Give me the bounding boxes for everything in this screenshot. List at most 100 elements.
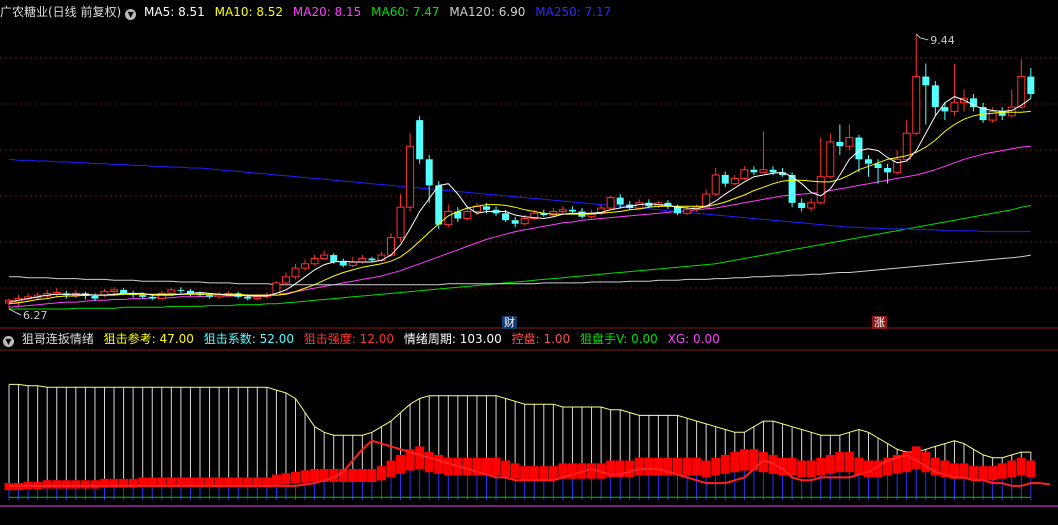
indicator-bar bbox=[357, 468, 367, 483]
indicator-bar bbox=[1026, 460, 1036, 478]
candle-body bbox=[769, 169, 777, 173]
candle-body bbox=[139, 295, 147, 297]
indicator-bar bbox=[587, 463, 597, 479]
candle-body bbox=[91, 295, 99, 299]
candle-body bbox=[120, 289, 128, 294]
indicator-bar bbox=[634, 457, 644, 476]
candle-body bbox=[291, 267, 300, 278]
candle-body bbox=[750, 169, 758, 173]
low-pointer bbox=[8, 308, 22, 316]
event-marker-cai[interactable]: 财 bbox=[502, 316, 517, 329]
candle-body bbox=[177, 289, 185, 291]
candle-body bbox=[931, 85, 939, 108]
candle-body bbox=[339, 262, 347, 266]
event-marker-zhang[interactable]: 涨 bbox=[872, 316, 887, 329]
indicator-bar bbox=[434, 454, 444, 474]
candle-body bbox=[874, 163, 882, 168]
candle-body bbox=[330, 255, 338, 263]
indicator-bar bbox=[462, 457, 472, 476]
indicator-bar bbox=[300, 470, 310, 483]
indicator-bar bbox=[396, 454, 406, 474]
candle-body bbox=[922, 76, 930, 86]
indicator-bar bbox=[501, 460, 511, 478]
indicator-bar bbox=[61, 480, 71, 489]
indicator-bar bbox=[424, 452, 434, 473]
indicator-bar bbox=[682, 457, 692, 476]
indicator-bar bbox=[71, 480, 81, 489]
indicator-bar bbox=[997, 463, 1007, 479]
candle-body bbox=[320, 254, 329, 260]
candle-body bbox=[253, 296, 262, 300]
candle-body bbox=[941, 107, 949, 112]
indicator-bar bbox=[806, 460, 816, 478]
candle-body bbox=[215, 294, 224, 298]
candle-body bbox=[740, 169, 749, 179]
low-label: 6.27 bbox=[23, 309, 48, 322]
candle-body bbox=[826, 141, 835, 178]
candle-body bbox=[310, 258, 319, 265]
series-ma5 bbox=[8, 96, 1032, 303]
indicator-bar bbox=[835, 452, 845, 473]
candle-body bbox=[502, 213, 510, 221]
candle-body bbox=[807, 202, 816, 209]
candle-body bbox=[568, 209, 576, 212]
indicator-bar bbox=[491, 457, 501, 476]
indicator-bar bbox=[625, 460, 635, 478]
candle-body bbox=[1017, 76, 1026, 108]
indicator-bar bbox=[969, 466, 979, 481]
indicator-bar bbox=[644, 457, 654, 476]
indicator-bar bbox=[415, 446, 425, 469]
indicator-bar bbox=[1007, 460, 1017, 478]
indicator-bar bbox=[510, 463, 520, 479]
candle-body bbox=[816, 176, 825, 204]
indicator-bar bbox=[978, 466, 988, 481]
candle-body bbox=[950, 102, 959, 112]
indicator-bar bbox=[291, 471, 300, 484]
candle-body bbox=[167, 289, 176, 294]
candle-body bbox=[281, 276, 290, 284]
indicator-bar bbox=[701, 460, 711, 478]
candle-body bbox=[606, 197, 615, 209]
candle-body bbox=[511, 220, 519, 224]
indicator-bar bbox=[653, 457, 663, 476]
indicator-bar bbox=[548, 466, 558, 481]
candle-body bbox=[301, 263, 310, 269]
candle-body bbox=[520, 217, 529, 225]
series-ma250 bbox=[8, 158, 1031, 233]
candle-body bbox=[912, 76, 921, 134]
high-label: 9.44 bbox=[930, 34, 955, 47]
indicator-bar bbox=[739, 449, 749, 471]
candle-body bbox=[406, 145, 415, 208]
indicator-bar bbox=[825, 454, 835, 474]
indicator-bar bbox=[386, 460, 396, 478]
candle-body bbox=[244, 296, 252, 299]
indicator-bar bbox=[711, 457, 721, 476]
indicator-bar bbox=[720, 454, 730, 474]
chart-canvas: 9.44 6.27 bbox=[0, 33, 1058, 507]
candle-body bbox=[884, 168, 892, 173]
candle-body bbox=[1007, 106, 1016, 117]
candle-body bbox=[788, 174, 796, 203]
indicator-bar bbox=[692, 457, 702, 476]
candle-body bbox=[855, 137, 863, 160]
high-pointer bbox=[915, 33, 929, 41]
indicator-bar bbox=[529, 466, 539, 481]
candle-body bbox=[396, 206, 405, 239]
candle-body bbox=[721, 174, 729, 184]
indicator-bar bbox=[348, 468, 358, 483]
candle-body bbox=[368, 258, 376, 261]
candle-body bbox=[711, 174, 720, 195]
indicator-bar bbox=[90, 480, 100, 489]
series-ma10 bbox=[8, 110, 1031, 305]
indicator-bar bbox=[271, 474, 281, 486]
candle-body bbox=[865, 159, 872, 164]
candle-body bbox=[425, 159, 433, 186]
candle-body bbox=[148, 296, 156, 299]
indicator-bar bbox=[443, 457, 453, 476]
indicator-bar bbox=[376, 466, 386, 481]
candle-body bbox=[558, 209, 567, 213]
candle-body bbox=[206, 295, 214, 297]
candle-body bbox=[1027, 76, 1035, 94]
candle-body bbox=[616, 197, 624, 205]
candle-body bbox=[759, 169, 768, 173]
